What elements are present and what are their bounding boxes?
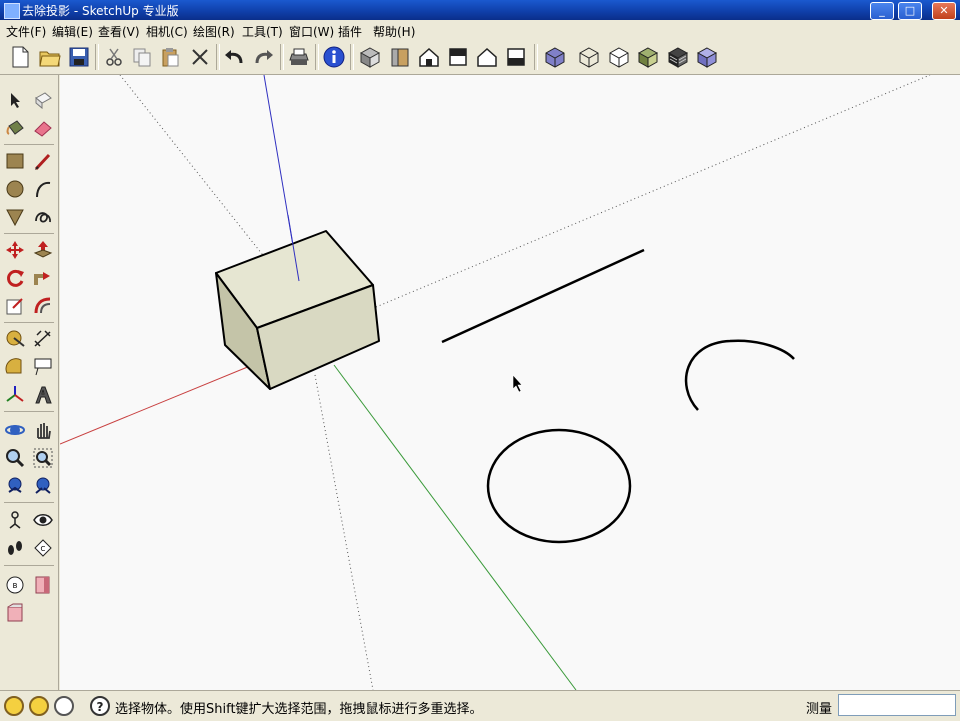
previous-view-icon[interactable] — [3, 474, 27, 498]
axes-icon[interactable] — [3, 383, 27, 407]
zoom-window-icon[interactable] — [31, 446, 55, 470]
model-info-icon[interactable] — [322, 45, 346, 69]
iso-view-icon[interactable] — [358, 45, 382, 69]
negative-blue-axis-dotted — [314, 374, 374, 690]
move-icon[interactable] — [3, 238, 27, 262]
paint-bucket-icon[interactable] — [3, 116, 27, 140]
sketchup-app-icon[interactable] — [4, 3, 20, 19]
circle-icon[interactable] — [3, 177, 27, 201]
print-icon[interactable] — [287, 45, 311, 69]
menu-help[interactable]: 帮助(H) — [373, 23, 415, 40]
scale-icon[interactable] — [3, 294, 27, 318]
monochrome-style-icon[interactable] — [695, 45, 719, 69]
tape-measure-icon[interactable] — [3, 327, 27, 351]
title-bar: 去除投影 - SketchUp 专业版 _ □ ✕ — [0, 0, 960, 20]
menu-view[interactable]: 查看(V) — [98, 23, 140, 40]
text-icon[interactable] — [31, 355, 55, 379]
menu-file[interactable]: 文件(F) — [6, 23, 46, 40]
menu-draw[interactable]: 绘图(R) — [193, 23, 235, 40]
freehand-icon[interactable] — [31, 205, 55, 229]
status-bar: ? 选择物体。使用Shift键扩大选择范围，拖拽鼠标进行多重选择。 测量 — [0, 690, 960, 721]
add-location-icon[interactable]: B — [3, 573, 27, 597]
help-icon[interactable]: ? — [90, 696, 110, 716]
protractor-icon[interactable] — [3, 355, 27, 379]
save-icon[interactable] — [67, 45, 91, 69]
minimize-button[interactable]: _ — [870, 2, 894, 20]
status-hint: 选择物体。使用Shift键扩大选择范围，拖拽鼠标进行多重选择。 — [115, 702, 483, 717]
drawing-area[interactable] — [60, 75, 960, 690]
redo-icon[interactable] — [252, 45, 276, 69]
positive-red-axis-dotted — [375, 75, 931, 308]
menu-bar: 文件(F) 编辑(E) 查看(V) 相机(C) 绘图(R) 工具(T) 窗口(W… — [0, 20, 960, 40]
look-around-icon[interactable] — [31, 508, 55, 532]
rotate-icon[interactable] — [3, 266, 27, 290]
menu-camera[interactable]: 相机(C) — [146, 23, 188, 40]
menu-edit[interactable]: 编辑(E) — [52, 23, 93, 40]
menu-tools[interactable]: 工具(T) — [242, 23, 283, 40]
box-solid[interactable] — [215, 230, 380, 390]
mouse-cursor — [512, 374, 523, 393]
position-camera-icon[interactable] — [3, 508, 27, 532]
shaded-texture-style-icon[interactable] — [666, 45, 690, 69]
toggle-terrain-icon[interactable] — [31, 573, 55, 597]
front-view-icon[interactable] — [417, 45, 441, 69]
new-file-icon[interactable] — [8, 45, 32, 69]
close-button[interactable]: ✕ — [932, 2, 956, 20]
right-view-icon[interactable] — [446, 45, 470, 69]
3d-text-icon[interactable] — [31, 383, 55, 407]
paste-icon[interactable] — [158, 45, 182, 69]
drawn-arc[interactable] — [684, 339, 795, 411]
polygon-icon[interactable] — [3, 205, 27, 229]
rectangle-icon[interactable] — [3, 149, 27, 173]
follow-me-icon[interactable] — [31, 266, 55, 290]
open-folder-icon[interactable] — [38, 45, 62, 69]
window-title: 去除投影 - SketchUp 专业版 — [22, 4, 179, 18]
back-view-icon[interactable] — [475, 45, 499, 69]
zoom-icon[interactable] — [3, 446, 27, 470]
walk-icon[interactable] — [3, 536, 27, 560]
measurements-label: 测量 — [806, 702, 833, 717]
left-view-icon[interactable] — [504, 45, 528, 69]
push-pull-icon[interactable] — [31, 238, 55, 262]
maximize-button[interactable]: □ — [898, 2, 922, 20]
menu-plugins[interactable]: 插件 — [338, 23, 362, 40]
drawn-circle[interactable] — [486, 428, 632, 544]
measurements-input[interactable] — [838, 694, 956, 716]
top-view-icon[interactable] — [388, 45, 412, 69]
drawn-line[interactable] — [441, 248, 645, 344]
erase-icon[interactable] — [188, 45, 212, 69]
shaded-style-icon[interactable] — [636, 45, 660, 69]
photo-texture-icon[interactable] — [3, 601, 27, 625]
undo-icon[interactable] — [222, 45, 246, 69]
line-icon[interactable] — [31, 149, 55, 173]
svg-text:C: C — [41, 545, 46, 553]
copy-icon[interactable] — [130, 45, 154, 69]
orbit-icon[interactable] — [3, 418, 27, 442]
zoom-extents-icon[interactable] — [31, 474, 55, 498]
offset-icon[interactable] — [31, 294, 55, 318]
cut-icon[interactable] — [102, 45, 126, 69]
green-axis — [333, 364, 577, 690]
eraser-icon[interactable] — [31, 116, 55, 140]
google-sign-in-icon[interactable] — [54, 696, 74, 716]
dimension-icon[interactable] — [31, 327, 55, 351]
section-plane-icon[interactable]: C — [31, 536, 55, 560]
wireframe-style-icon[interactable] — [577, 45, 601, 69]
make-component-icon[interactable] — [31, 88, 55, 112]
xray-style-icon[interactable] — [543, 45, 567, 69]
red-axis — [60, 365, 251, 445]
svg-text:B: B — [13, 582, 18, 590]
arc-icon[interactable] — [31, 177, 55, 201]
credits-status-icon[interactable] — [29, 696, 49, 716]
pan-icon[interactable] — [31, 418, 55, 442]
hidden-line-style-icon[interactable] — [607, 45, 631, 69]
menu-window[interactable]: 窗口(W) — [289, 23, 334, 40]
georeference-status-icon[interactable] — [4, 696, 24, 716]
select-icon[interactable] — [3, 88, 27, 112]
